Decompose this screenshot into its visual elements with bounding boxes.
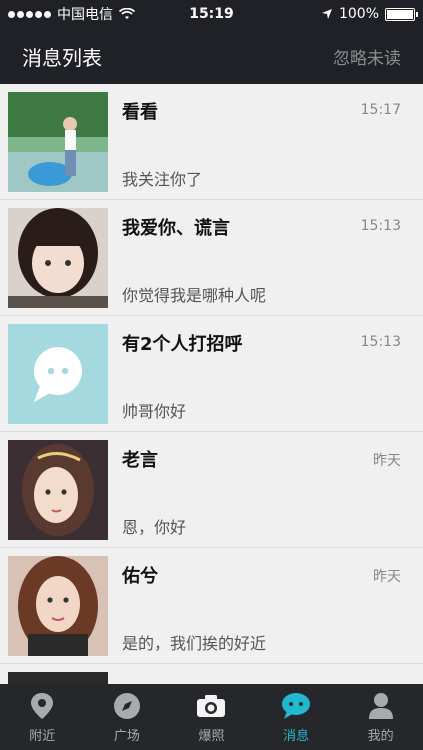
message-preview: 我关注你了 xyxy=(122,170,203,189)
list-item[interactable]: 我爱你、谎言 15:13 你觉得我是哪种人呢 xyxy=(0,200,423,316)
tab-label: 广场 xyxy=(113,728,140,744)
message-time: 15:17 xyxy=(360,102,401,118)
message-time: 昨天 xyxy=(373,569,401,585)
contact-name: 我爱你、谎言 xyxy=(122,218,230,239)
avatar xyxy=(8,92,108,192)
list-item[interactable] xyxy=(0,664,423,684)
carrier-label: 中国电信 xyxy=(57,7,113,23)
message-time: 15:13 xyxy=(360,218,401,234)
page-title: 消息列表 xyxy=(22,45,102,70)
location-arrow-icon xyxy=(321,9,332,19)
contact-name: 看看 xyxy=(122,102,158,123)
wifi-icon xyxy=(119,8,135,19)
tab-messages[interactable]: 消息 xyxy=(254,684,339,750)
tab-nearby[interactable]: 附近 xyxy=(0,684,85,750)
list-item[interactable]: 佑兮 昨天 是的，我们挨的好近 xyxy=(0,548,423,664)
list-item[interactable]: 老言 昨天 恩，你好 xyxy=(0,432,423,548)
avatar xyxy=(8,208,108,308)
list-item[interactable]: 有2个人打招呼 15:13 帅哥你好 xyxy=(0,316,423,432)
contact-name: 有2个人打招呼 xyxy=(122,334,243,355)
message-preview: 你觉得我是哪种人呢 xyxy=(122,286,267,305)
message-preview: 恩，你好 xyxy=(122,518,187,537)
message-preview: 帅哥你好 xyxy=(122,402,187,421)
tab-label: 附近 xyxy=(29,728,56,744)
contact-name: 佑兮 xyxy=(122,566,158,587)
tab-bar: 附近 广场 爆照 消息 我的 xyxy=(0,684,423,750)
contact-name: 老言 xyxy=(122,450,158,471)
greeting-avatar xyxy=(8,324,108,424)
ignore-unread-button[interactable]: 忽略未读 xyxy=(333,44,401,69)
avatar xyxy=(8,672,108,684)
chat-bubble-icon xyxy=(281,691,311,721)
list-item[interactable]: 看看 15:17 我关注你了 xyxy=(0,84,423,200)
tab-square[interactable]: 广场 xyxy=(85,684,170,750)
camera-icon xyxy=(196,691,226,721)
message-preview: 是的，我们挨的好近 xyxy=(122,634,267,653)
avatar xyxy=(8,440,108,540)
message-list: 看看 15:17 我关注你了 我爱你、谎言 15:13 你觉得我是哪种人呢 有2… xyxy=(0,84,423,684)
nav-bar: 消息列表 忽略未读 xyxy=(0,28,423,84)
person-icon xyxy=(366,691,396,721)
chat-bubble-icon xyxy=(8,324,108,424)
battery-icon xyxy=(385,7,418,21)
avatar xyxy=(8,556,108,656)
compass-icon xyxy=(112,691,142,721)
tab-photo[interactable]: 爆照 xyxy=(169,684,254,750)
tab-label: 消息 xyxy=(283,728,310,744)
status-bar: 中国电信 15:19 100% xyxy=(0,0,423,28)
signal-strength-icon xyxy=(8,10,51,18)
message-time: 昨天 xyxy=(373,453,401,469)
battery-percent: 100% xyxy=(338,6,379,22)
tab-me[interactable]: 我的 xyxy=(338,684,423,750)
message-time: 15:13 xyxy=(360,334,401,350)
tab-label: 爆照 xyxy=(198,728,225,744)
location-pin-icon xyxy=(27,691,57,721)
tab-label: 我的 xyxy=(367,728,394,744)
